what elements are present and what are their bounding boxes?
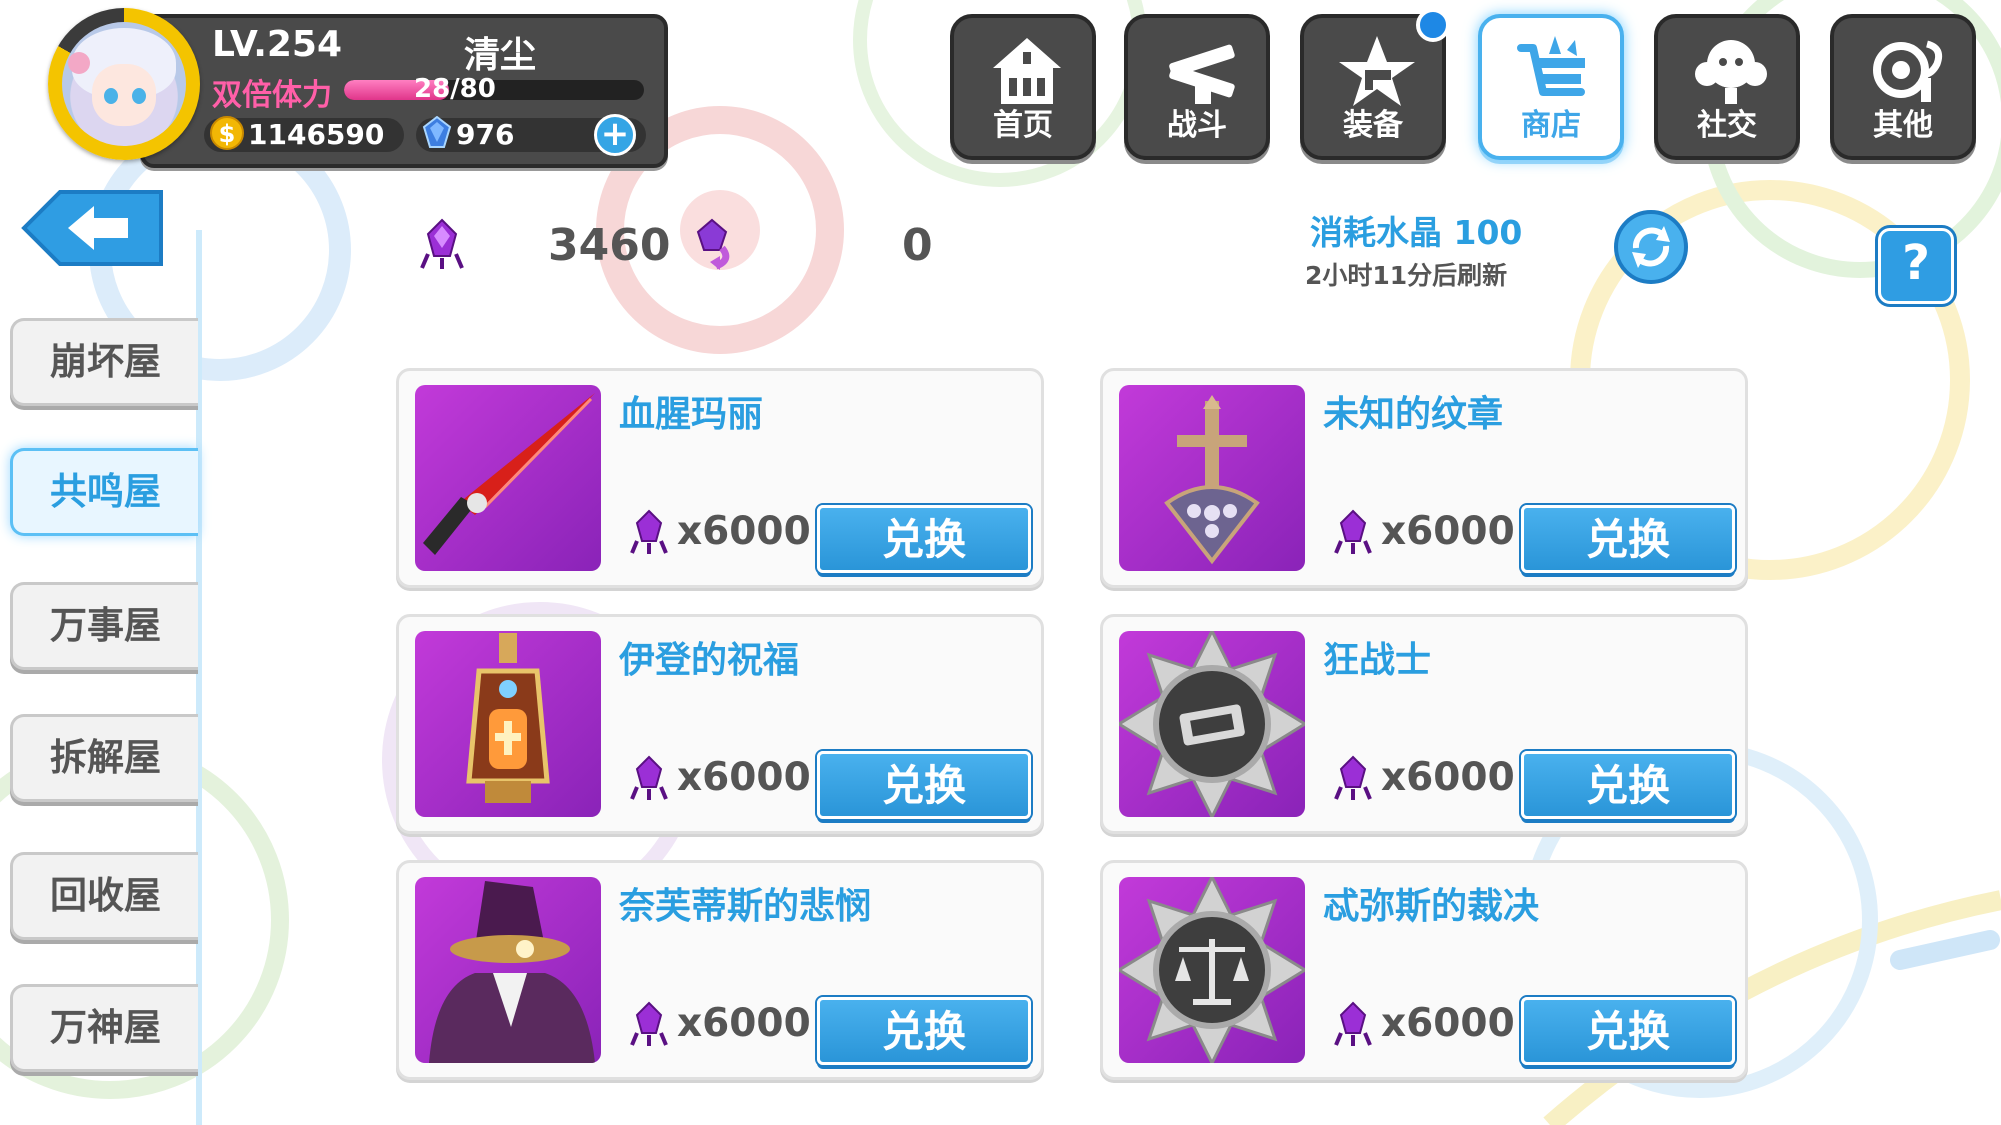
help-button[interactable]: ? — [1878, 228, 1954, 304]
back-button[interactable] — [20, 188, 165, 268]
sidebar-tab-recycle-house[interactable]: 回收屋 — [10, 852, 198, 940]
item-image-berserker — [1119, 631, 1305, 817]
sidebar-tab-resonance-house[interactable]: 共鸣屋 — [10, 448, 198, 536]
blade-icon — [423, 393, 595, 555]
nav-shop-label: 商店 — [1521, 108, 1581, 143]
refresh-cost: 消耗水晶 100 — [1310, 213, 1523, 252]
item-cost-value: x6000 — [677, 509, 811, 554]
refresh-icon — [1632, 226, 1670, 268]
shop-item-card: 未知的纹章 x6000 兑换 — [1100, 368, 1748, 588]
sidebar-tab-dismantle-house[interactable]: 拆解屋 — [10, 714, 198, 802]
gem-cost-icon — [630, 509, 668, 554]
player-name: 清尘 — [464, 35, 537, 76]
item-image-nephthys-mercy — [415, 877, 601, 1063]
resonance-amount: 3460 — [548, 220, 671, 271]
gem-cost-icon — [1334, 755, 1372, 800]
shop-item-card: 忒弥斯的裁决 x6000 兑换 — [1100, 860, 1748, 1080]
sidebar-tab-honkai-house[interactable]: 崩坏屋 — [10, 318, 198, 406]
item-cost-value: x6000 — [677, 755, 811, 800]
crest-icon — [1164, 395, 1260, 565]
nav-equipment-label: 装备 — [1343, 108, 1403, 143]
nav-other-button[interactable]: 其他 — [1830, 14, 1976, 160]
gem-cost-icon — [630, 755, 668, 800]
item-name: 奈芙蒂斯的悲悯 — [619, 886, 872, 927]
player-panel: LV.254 清尘 双倍体力 28/80 $ 1146590 976 + — [140, 14, 668, 168]
nav-social-label: 社交 — [1697, 108, 1757, 143]
lantern-icon — [466, 633, 550, 803]
item-name: 忒弥斯的裁决 — [1323, 886, 1540, 927]
gem-cost-icon — [630, 1001, 668, 1046]
avatar-portrait — [62, 22, 186, 146]
sidebar-tab-general-house[interactable]: 万事屋 — [10, 582, 198, 670]
exchange-button[interactable]: 兑换 — [1521, 751, 1735, 819]
stamina-label: 双倍体力 — [212, 78, 332, 113]
nav-home-label: 首页 — [993, 108, 1053, 143]
shop-item-card: 狂战士 x6000 兑换 — [1100, 614, 1748, 834]
notification-dot — [1416, 8, 1450, 42]
shop-item-card: 奈芙蒂斯的悲悯 x6000 兑换 — [396, 860, 1044, 1080]
nav-home-button[interactable]: 首页 — [950, 14, 1096, 160]
stamina-value: 28/80 — [414, 74, 496, 104]
item-name: 未知的纹章 — [1323, 394, 1504, 435]
avatar[interactable] — [48, 8, 200, 160]
witch-hat-icon — [429, 881, 595, 1063]
shop-item-card: 血腥玛丽 x6000 兑换 — [396, 368, 1044, 588]
nav-shop-button[interactable]: 商店 — [1478, 14, 1624, 160]
sidebar-tab-pantheon-house[interactable]: 万神屋 — [10, 984, 198, 1072]
item-image-themis-judgement — [1119, 877, 1305, 1063]
player-level: LV.254 — [212, 24, 343, 65]
crystal-amount: 976 — [456, 118, 515, 151]
shop-icon — [1517, 36, 1585, 96]
gold-amount: 1146590 — [248, 118, 385, 151]
item-name: 血腥玛丽 — [619, 394, 764, 435]
nav-equipment-button[interactable]: 装备 — [1300, 8, 1450, 160]
nav-battle-label: 战斗 — [1167, 108, 1227, 143]
refresh-button[interactable] — [1614, 210, 1688, 284]
item-cost-value: x6000 — [677, 1001, 811, 1046]
resonance-gem-icon — [420, 218, 464, 269]
settings-icon — [1873, 40, 1943, 102]
exchange-button[interactable]: 兑换 — [1521, 505, 1735, 573]
item-image-bloody-mary — [415, 385, 601, 571]
shop-item-card: 伊登的祝福 x6000 兑换 — [396, 614, 1044, 834]
add-crystal-button[interactable]: + — [594, 114, 636, 156]
item-image-unknown-crest — [1119, 385, 1305, 571]
item-cost-value: x6000 — [1381, 509, 1515, 554]
refresh-time: 2小时11分后刷新 — [1305, 261, 1508, 290]
item-name: 伊登的祝福 — [619, 640, 800, 681]
item-cost-value: x6000 — [1381, 1001, 1515, 1046]
nav-other-label: 其他 — [1873, 108, 1933, 143]
crystal-icon — [422, 116, 452, 148]
equipment-icon — [1339, 36, 1415, 106]
gem-cost-icon — [1334, 1001, 1372, 1046]
home-icon — [993, 38, 1061, 104]
item-name: 狂战士 — [1323, 640, 1432, 681]
item-cost-value: x6000 — [1381, 755, 1515, 800]
gold-coin-icon: $ — [210, 116, 244, 150]
scales-badge-icon — [1119, 877, 1305, 1063]
exchange-amount: 0 — [902, 220, 933, 271]
gem-cost-icon — [1334, 509, 1372, 554]
nav-battle-button[interactable]: 战斗 — [1124, 14, 1270, 160]
battle-icon — [1169, 44, 1235, 104]
item-image-eden-blessing — [415, 631, 601, 817]
exchange-gem-icon — [696, 218, 730, 270]
exchange-button[interactable]: 兑换 — [817, 997, 1031, 1065]
exchange-button[interactable]: 兑换 — [817, 505, 1031, 573]
social-icon — [1695, 40, 1767, 104]
exchange-button[interactable]: 兑换 — [817, 751, 1031, 819]
exchange-button[interactable]: 兑换 — [1521, 997, 1735, 1065]
nav-social-button[interactable]: 社交 — [1654, 14, 1800, 160]
badge-icon — [1119, 631, 1305, 817]
